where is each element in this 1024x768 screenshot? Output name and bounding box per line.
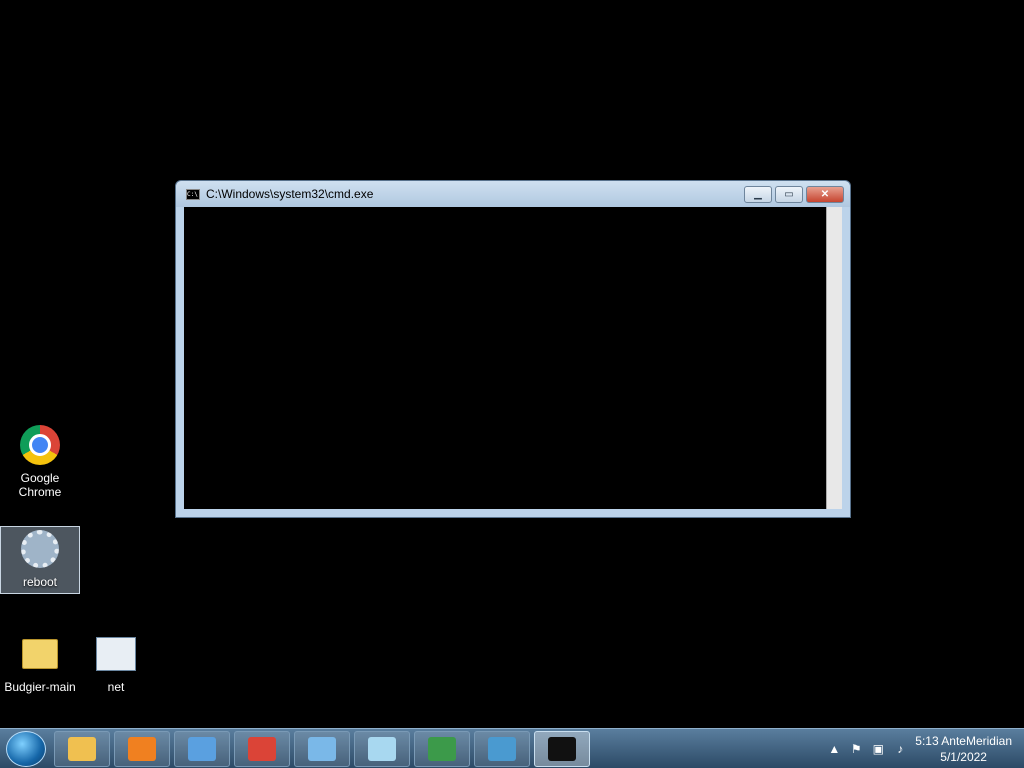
folder-icon xyxy=(18,632,62,676)
taskbar-button-control-panel[interactable] xyxy=(174,730,230,767)
minimize-button[interactable]: ▁ xyxy=(744,185,772,203)
desktop-icon-google-chrome[interactable]: Google Chrome xyxy=(0,423,80,499)
taskbar-button-picture-viewer[interactable] xyxy=(294,730,350,767)
taskbar-items xyxy=(54,730,594,767)
taskbar-button-cmd[interactable] xyxy=(534,730,590,767)
network-icon[interactable]: ▣ xyxy=(871,742,885,756)
cmd-scrollbar[interactable] xyxy=(826,207,842,509)
action-center-icon[interactable]: ⚑ xyxy=(849,742,863,756)
control-panel-icon xyxy=(188,736,216,761)
cmd-icon: C:\ xyxy=(186,188,200,200)
taskbar-button-task-manager[interactable] xyxy=(414,730,470,767)
taskbar-button-notepad[interactable] xyxy=(354,730,410,767)
maximize-button[interactable]: ▭ xyxy=(775,185,803,203)
chrome-icon xyxy=(248,736,276,761)
volume-icon[interactable]: ♪ xyxy=(893,742,907,756)
start-button[interactable] xyxy=(6,730,46,767)
desktop-icon-net[interactable]: net xyxy=(76,632,156,694)
cmd-title: C:\Windows\system32\cmd.exe xyxy=(206,187,374,201)
desktop-icon-reboot[interactable]: reboot xyxy=(0,526,80,594)
desktop-icon-label: net xyxy=(107,680,125,694)
registry-editor-icon xyxy=(488,736,516,761)
desktop-icon-budgier-main[interactable]: Budgier-main xyxy=(0,632,80,694)
picture-viewer-icon xyxy=(308,736,336,761)
task-manager-icon xyxy=(428,736,456,761)
close-button[interactable]: ✕ xyxy=(806,185,844,203)
notepad-icon xyxy=(368,736,396,761)
net-shortcut-icon xyxy=(94,632,138,676)
taskbar-button-media-player[interactable] xyxy=(114,730,170,767)
clock-time: 5:13 AnteMeridian xyxy=(915,733,1012,748)
cmd-icon xyxy=(548,736,576,761)
show-hidden-icons-icon[interactable]: ▲ xyxy=(827,742,841,756)
system-tray: ▲ ⚑ ▣ ♪ 5:13 AnteMeridian 5/1/2022 xyxy=(827,733,1024,765)
cmd-console[interactable] xyxy=(184,207,826,509)
taskbar-button-registry-editor[interactable] xyxy=(474,730,530,767)
taskbar-button-chrome[interactable] xyxy=(234,730,290,767)
cmd-title-bar[interactable]: C:\ C:\Windows\system32\cmd.exe ▁ ▭ ✕ xyxy=(176,181,850,207)
taskbar-button-explorer[interactable] xyxy=(54,730,110,767)
desktop: Google Chrome reboot Budgier-main net C:… xyxy=(0,0,1024,728)
desktop-icon-label: Budgier-main xyxy=(4,680,76,694)
cmd-window[interactable]: C:\ C:\Windows\system32\cmd.exe ▁ ▭ ✕ xyxy=(175,180,851,518)
chrome-icon xyxy=(18,423,62,467)
explorer-icon xyxy=(68,736,96,761)
gear-icon xyxy=(18,527,62,571)
clock[interactable]: 5:13 AnteMeridian 5/1/2022 xyxy=(915,733,1012,765)
clock-date: 5/1/2022 xyxy=(940,749,987,764)
taskbar: ▲ ⚑ ▣ ♪ 5:13 AnteMeridian 5/1/2022 xyxy=(0,728,1024,768)
media-player-icon xyxy=(128,736,156,761)
desktop-icon-label: reboot xyxy=(22,575,58,589)
desktop-icon-label: Google Chrome xyxy=(18,471,62,499)
